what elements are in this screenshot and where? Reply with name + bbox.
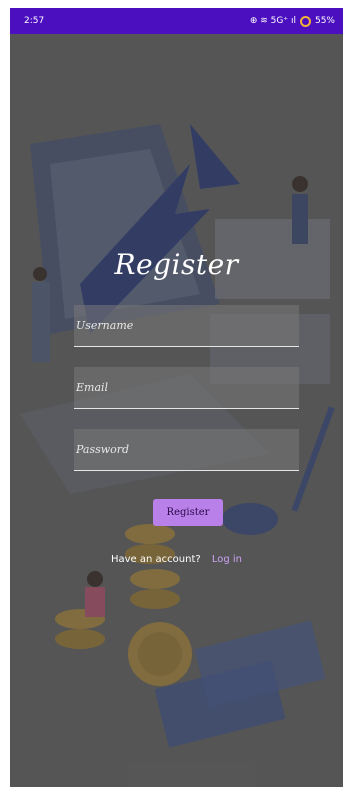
register-button[interactable]: Register (153, 499, 223, 526)
password-field[interactable] (74, 429, 299, 471)
dim-overlay (10, 34, 343, 787)
status-time: 2:57 (24, 16, 45, 26)
account-row: Have an account? Log in (10, 554, 343, 565)
password-input[interactable] (74, 429, 299, 470)
signal-icons: ⊕ ≋ 5G⁺ ıl (249, 16, 296, 26)
battery-percent: 55% (314, 16, 335, 26)
have-account-text: Have an account? (110, 554, 201, 565)
status-icons: ⊕ ≋ 5G⁺ ıl 55% (249, 15, 335, 27)
page-title: Register (114, 248, 239, 281)
login-link[interactable]: Log in (212, 554, 242, 565)
status-bar: 2:57 ⊕ ≋ 5G⁺ ıl 55% (10, 8, 343, 34)
battery-icon (299, 15, 311, 27)
email-input[interactable] (74, 367, 299, 408)
app-screen: 2:57 ⊕ ≋ 5G⁺ ıl 55% Register Username Em… (10, 8, 343, 787)
username-input[interactable] (74, 305, 299, 346)
email-field[interactable] (74, 367, 299, 409)
username-field[interactable] (74, 305, 299, 347)
